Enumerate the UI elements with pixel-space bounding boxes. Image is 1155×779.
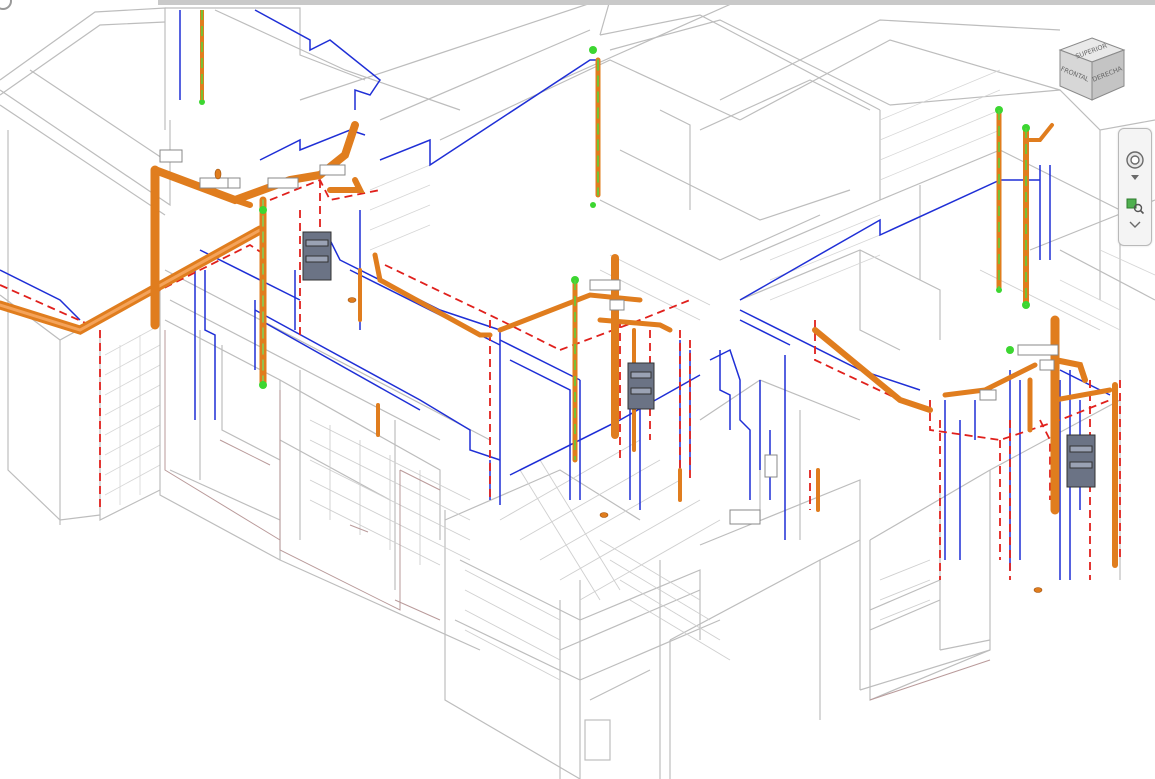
steering-wheel-icon — [1126, 151, 1144, 169]
zoom-region-button[interactable] — [1123, 195, 1147, 217]
navigation-bar — [1118, 128, 1152, 246]
pipe-fittings — [159, 149, 1059, 525]
chevron-down-icon — [1131, 175, 1139, 180]
zoom-icon — [1126, 198, 1145, 215]
wheel-dropdown-arrow[interactable] — [1123, 173, 1147, 183]
electrical-panels — [302, 231, 1096, 488]
viewcube[interactable]: SUPERIOR FRONTAL DERECHA — [1052, 32, 1132, 112]
stair-railings — [309, 254, 1101, 681]
hot-water-pipes — [0, 178, 1121, 580]
3d-model-viewport[interactable]: SUPERIOR FRONTAL DERECHA — [0, 0, 1155, 779]
cold-water-pipes — [0, 9, 1111, 580]
navbar-options-button[interactable] — [1123, 219, 1147, 233]
isometric-plumbing-model[interactable] — [0, 0, 1155, 779]
viewport-top-edge — [158, 0, 1155, 5]
chevron-down-icon — [1129, 221, 1141, 228]
full-navigation-wheel-button[interactable] — [1123, 149, 1147, 171]
